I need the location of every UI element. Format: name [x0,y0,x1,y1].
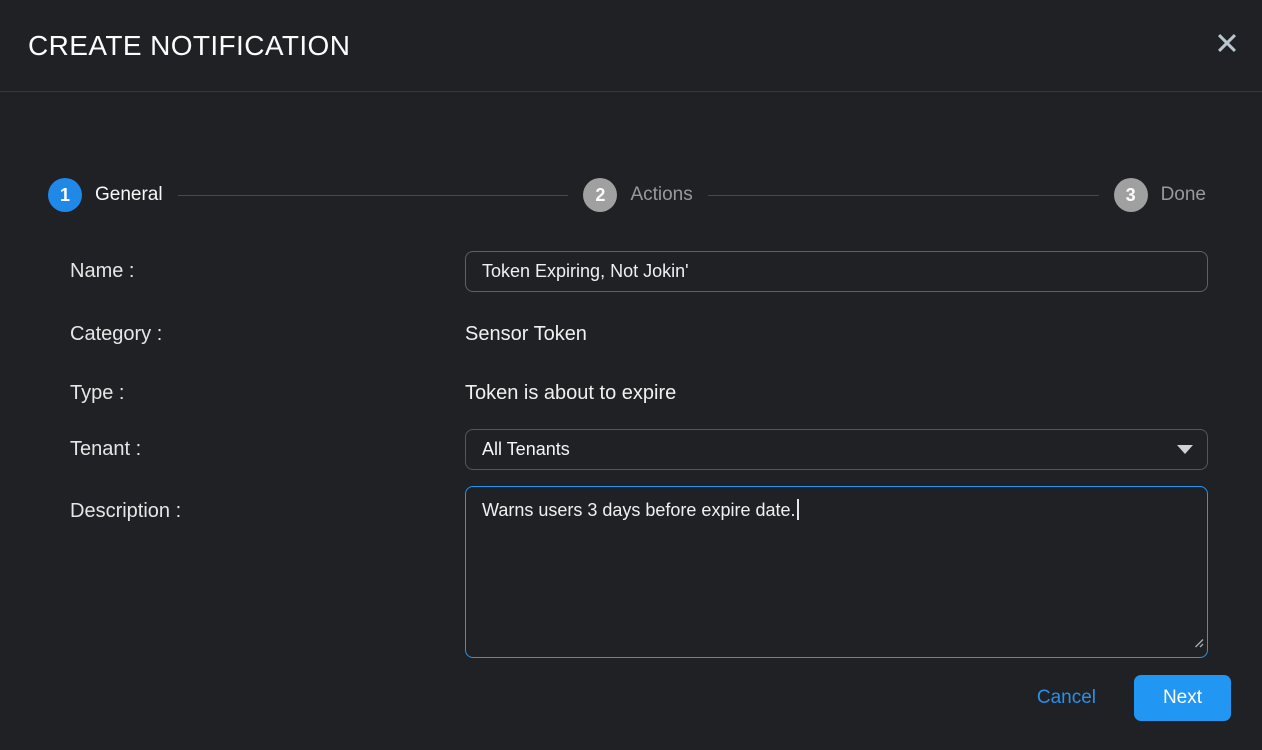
tenant-row: Tenant : All Tenants [70,429,1208,470]
description-row: Description : Warns users 3 days before … [70,486,1208,658]
resize-handle-icon[interactable] [1193,630,1204,654]
category-row: Category : Sensor Token [70,320,1208,348]
dialog-footer: Cancel Next [0,675,1231,721]
step-connector [178,195,569,196]
name-label: Name : [70,260,465,283]
description-text: Warns users 3 days before expire date. [482,500,796,520]
step-general-number: 1 [48,178,82,212]
name-row: Name : [70,251,1208,292]
category-value: Sensor Token [465,323,587,346]
step-general[interactable]: 1 General [48,178,163,212]
cancel-button[interactable]: Cancel [1037,687,1096,709]
step-general-label: General [95,184,163,206]
step-actions-number: 2 [583,178,617,212]
type-row: Type : Token is about to expire [70,379,1208,407]
type-value: Token is about to expire [465,382,676,405]
text-cursor [797,499,799,520]
close-button[interactable] [1210,29,1244,63]
step-done[interactable]: 3 Done [1114,178,1206,212]
dialog-title: CREATE NOTIFICATION [28,30,350,62]
step-connector [708,195,1099,196]
dialog-header: CREATE NOTIFICATION [0,0,1262,92]
description-label: Description : [70,486,465,523]
step-done-label: Done [1161,184,1206,206]
step-actions[interactable]: 2 Actions [583,178,692,212]
tenant-label: Tenant : [70,438,465,461]
next-button[interactable]: Next [1134,675,1231,721]
description-textarea[interactable]: Warns users 3 days before expire date. [465,486,1208,658]
close-icon [1213,29,1241,62]
tenant-selected-value: All Tenants [482,439,570,460]
category-label: Category : [70,323,465,346]
type-label: Type : [70,382,465,405]
chevron-down-icon [1177,445,1193,454]
step-actions-label: Actions [630,184,692,206]
tenant-select[interactable]: All Tenants [465,429,1208,470]
step-done-number: 3 [1114,178,1148,212]
name-input[interactable] [465,251,1208,292]
wizard-steps: 1 General 2 Actions 3 Done [48,178,1206,212]
